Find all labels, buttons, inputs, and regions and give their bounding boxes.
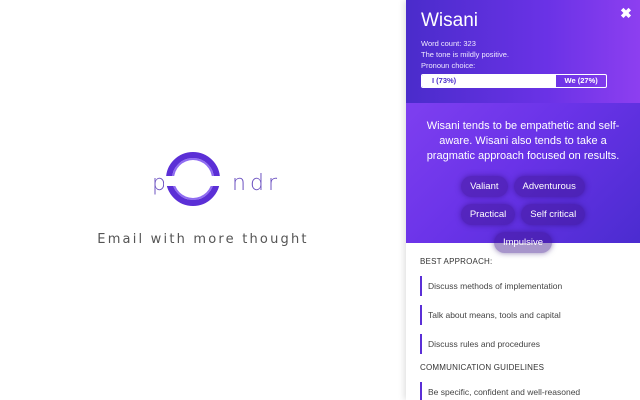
pronoun-label: Pronoun choice: xyxy=(421,61,476,70)
personality-summary: Wisani tends to be empathetic and self-a… xyxy=(426,120,620,162)
person-name: Wisani xyxy=(421,10,479,31)
word-count: Word count: 323 xyxy=(421,39,476,48)
best-approach-item: Discuss rules and procedures xyxy=(420,334,626,354)
best-approach-item: Discuss methods of implementation xyxy=(420,276,626,296)
trait-chip-impulsive[interactable]: Impulsive xyxy=(493,232,553,253)
trait-chip-practical[interactable]: Practical xyxy=(460,204,516,225)
communication-guideline-item: Be specific, confident and well-reasoned xyxy=(420,382,626,400)
guidance-section: BEST APPROACH: Discuss methods of implem… xyxy=(406,243,640,400)
tagline: Email with more thought xyxy=(97,232,309,247)
pronoun-we-segment: We (27%) xyxy=(564,76,598,85)
trait-list: Valiant Adventurous Practical Self criti… xyxy=(418,176,628,253)
tone-text: The tone is mildly positive. xyxy=(421,50,509,59)
communication-guidelines-title: COMMUNICATION GUIDELINES xyxy=(420,363,545,372)
logo-letter-r: r xyxy=(268,171,278,196)
pronoun-i-segment: I (73%) xyxy=(422,75,557,87)
close-button[interactable]: ✖ xyxy=(619,6,633,20)
trait-chip-valiant[interactable]: Valiant xyxy=(461,176,508,197)
logo-letter-d: d xyxy=(250,171,264,196)
personality-panel: ✖ Wisani Word count: 323 The tone is mil… xyxy=(406,0,640,400)
logo-letter-n: n xyxy=(232,171,246,196)
personality-summary-section: Wisani tends to be empathetic and self-a… xyxy=(406,103,640,253)
logo-area: p n d r Email with more thought xyxy=(0,0,406,400)
best-approach-title: BEST APPROACH: xyxy=(420,257,493,266)
trait-chip-adventurous[interactable]: Adventurous xyxy=(513,176,585,197)
best-approach-item: Talk about means, tools and capital xyxy=(420,305,626,325)
panel-header: ✖ Wisani Word count: 323 The tone is mil… xyxy=(406,0,640,103)
pronoun-bar: I (73%) We (27%) xyxy=(421,74,607,88)
pondr-logo: p n d r xyxy=(0,152,406,206)
trait-chip-self-critical[interactable]: Self critical xyxy=(521,204,586,225)
logo-ring-icon xyxy=(164,152,222,206)
